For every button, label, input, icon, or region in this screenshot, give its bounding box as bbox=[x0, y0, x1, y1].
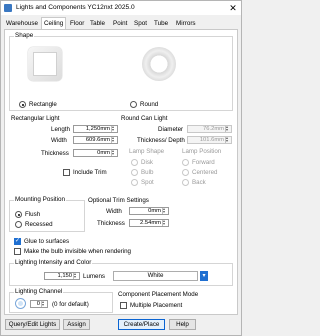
round-can-light-heading: Round Can Light bbox=[121, 115, 168, 122]
assign-button[interactable]: Assign bbox=[63, 319, 90, 330]
diameter-field[interactable]: 76.2mm bbox=[187, 125, 232, 133]
length-label: Length bbox=[51, 126, 70, 133]
length-spinner[interactable] bbox=[111, 126, 117, 132]
tab-table[interactable]: Table bbox=[88, 19, 107, 29]
recessed-label: Recessed bbox=[25, 221, 53, 228]
trim-width-spinner[interactable] bbox=[162, 208, 168, 214]
lamp-shape-bulb-label: Bulb bbox=[141, 169, 154, 176]
lights-and-components-window: Lights and Components YC12nxt 2025.0 ✕ W… bbox=[0, 0, 242, 336]
title-bar: Lights and Components YC12nxt 2025.0 ✕ bbox=[1, 1, 241, 15]
lumens-field[interactable]: 1,150 bbox=[44, 272, 80, 280]
tab-spot[interactable]: Spot bbox=[132, 19, 149, 29]
lamp-position-back-label: Back bbox=[192, 179, 206, 186]
recessed-radio[interactable] bbox=[15, 221, 22, 228]
window-title: Lights and Components YC12nxt 2025.0 bbox=[16, 4, 135, 11]
invisible-bulb-checkbox[interactable] bbox=[14, 248, 21, 255]
lumens-spinner[interactable] bbox=[73, 273, 79, 279]
trim-width-label: Width bbox=[106, 208, 122, 215]
multiple-placement-label: Multiple Placement bbox=[130, 302, 183, 309]
close-button[interactable]: ✕ bbox=[225, 1, 241, 15]
round-light-icon[interactable] bbox=[142, 47, 176, 81]
width-field[interactable]: 609.6mm bbox=[73, 136, 118, 144]
lamp-position-back-radio[interactable] bbox=[182, 179, 189, 186]
lamp-shape-disk-radio[interactable] bbox=[131, 159, 138, 166]
length-field[interactable]: 1,250mm bbox=[73, 125, 118, 133]
rectangular-light-heading: Rectangular Light bbox=[11, 115, 60, 122]
lamp-shape-bulb-radio[interactable] bbox=[131, 169, 138, 176]
shape-group: Shape Rectangle Round bbox=[9, 32, 233, 111]
app-icon bbox=[4, 4, 12, 12]
thickness-label: Thickness bbox=[41, 150, 69, 157]
lighting-channel-group: Lighting Channel 0 (0 for default) bbox=[9, 288, 113, 313]
tab-warehouse[interactable]: Warehouse bbox=[4, 19, 40, 29]
rectangle-radio-label: Rectangle bbox=[29, 101, 57, 108]
tab-floor[interactable]: Floor bbox=[68, 19, 86, 29]
trim-thickness-spinner[interactable] bbox=[162, 220, 168, 226]
lamp-position-forward-label: Forward bbox=[192, 159, 215, 166]
include-trim-label: Include Trim bbox=[73, 169, 107, 176]
lamp-shape-disk-label: Disk bbox=[141, 159, 154, 166]
trim-thickness-field[interactable]: 2.54mm bbox=[129, 219, 169, 227]
lighting-intensity-group: Lighting Intensity and Color 1,150 Lumen… bbox=[9, 259, 233, 286]
create-place-button[interactable]: Create/Place bbox=[118, 319, 165, 330]
round-radio-label: Round bbox=[140, 101, 159, 108]
mounting-position-label: Mounting Position bbox=[14, 196, 67, 203]
lumens-unit-label: Lumens bbox=[83, 273, 106, 280]
trim-width-field[interactable]: 0mm bbox=[129, 207, 169, 215]
ceiling-tab-panel: Shape Rectangle Round Rectangular Light … bbox=[4, 29, 238, 315]
round-radio[interactable] bbox=[130, 101, 137, 108]
square-light-icon[interactable] bbox=[28, 47, 62, 81]
lamp-position-forward-radio[interactable] bbox=[182, 159, 189, 166]
trim-thickness-label: Thickness bbox=[97, 220, 125, 227]
glue-to-surfaces-label: Glue to surfaces bbox=[24, 238, 70, 245]
diameter-spinner[interactable] bbox=[225, 126, 231, 132]
help-button[interactable]: Help bbox=[169, 319, 196, 330]
lighting-intensity-label: Lighting Intensity and Color bbox=[14, 259, 93, 266]
optional-trim-heading: Optional Trim Settings bbox=[88, 197, 149, 204]
width-spinner[interactable] bbox=[111, 137, 117, 143]
invisible-bulb-label: Make the bulb invisible when rendering bbox=[24, 248, 131, 255]
placement-mode-heading: Component Placement Mode bbox=[118, 291, 199, 298]
shape-group-label: Shape bbox=[14, 32, 35, 39]
thickness-depth-field[interactable]: 101.6mm bbox=[187, 136, 232, 144]
thickness-field[interactable]: 0mm bbox=[73, 149, 118, 157]
lamp-shape-spot-label: Spot bbox=[141, 179, 154, 186]
thickness-depth-label: Thickness/ Depth bbox=[137, 137, 185, 144]
include-trim-checkbox[interactable] bbox=[63, 169, 70, 176]
light-color-swatch[interactable]: White bbox=[113, 271, 198, 281]
thickness-spinner[interactable] bbox=[111, 150, 117, 156]
lamp-position-centered-label: Centered bbox=[192, 169, 218, 176]
lamp-shape-heading: Lamp Shape bbox=[129, 148, 165, 155]
channel-default-hint: (0 for default) bbox=[52, 301, 89, 308]
tab-tube[interactable]: Tube bbox=[152, 19, 170, 29]
lamp-position-heading: Lamp Position bbox=[182, 148, 222, 155]
diameter-label: Diameter bbox=[158, 126, 184, 133]
lamp-position-centered-radio[interactable] bbox=[182, 169, 189, 176]
lighting-channel-icon bbox=[15, 298, 26, 309]
flush-label: Flush bbox=[25, 211, 41, 218]
multiple-placement-checkbox[interactable] bbox=[120, 302, 127, 309]
thickness-depth-spinner[interactable] bbox=[225, 137, 231, 143]
lighting-channel-spinner[interactable] bbox=[41, 301, 47, 307]
chevron-down-icon[interactable]: ▾ bbox=[200, 271, 208, 281]
lighting-channel-label: Lighting Channel bbox=[14, 288, 64, 295]
rectangle-radio[interactable] bbox=[19, 101, 26, 108]
flush-radio[interactable] bbox=[15, 211, 22, 218]
query-edit-lights-button[interactable]: Query/Edit Lights bbox=[5, 319, 60, 330]
mounting-position-group: Mounting Position Flush Recessed bbox=[9, 196, 85, 232]
width-label: Width bbox=[51, 137, 67, 144]
lamp-shape-spot-radio[interactable] bbox=[131, 179, 138, 186]
glue-to-surfaces-checkbox[interactable] bbox=[14, 237, 21, 245]
tab-mirrors[interactable]: Mirrors bbox=[174, 19, 198, 29]
tab-point[interactable]: Point bbox=[111, 19, 129, 29]
lighting-channel-field[interactable]: 0 bbox=[30, 300, 48, 308]
